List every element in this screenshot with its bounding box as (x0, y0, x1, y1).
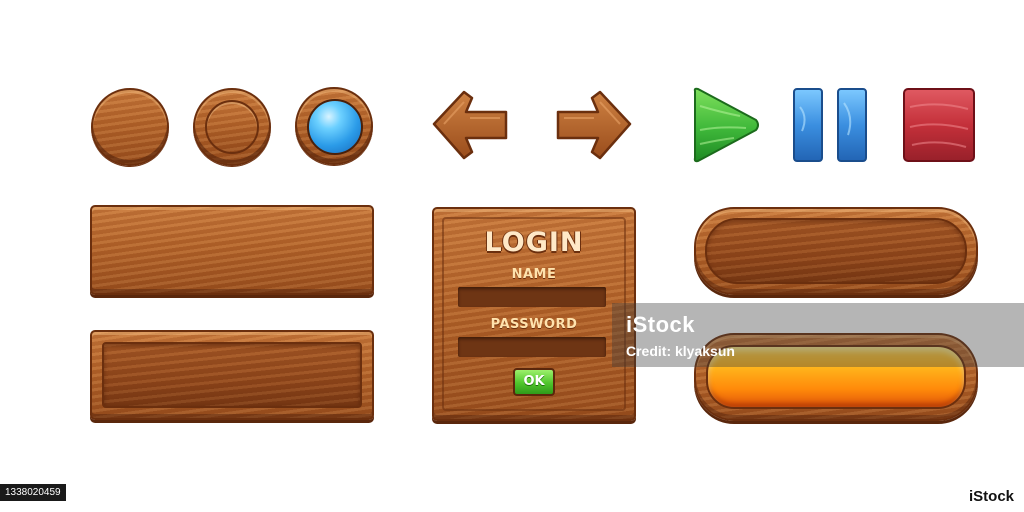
stop-icon (903, 88, 975, 162)
arrow-left-button[interactable] (430, 86, 510, 166)
play-button[interactable] (690, 86, 762, 164)
pause-icon (793, 88, 867, 162)
watermark-credit: Credit: klyaksun (626, 343, 735, 359)
ok-button[interactable]: OK (513, 368, 555, 396)
arrow-left-icon (432, 90, 508, 160)
round-ring-button[interactable] (193, 88, 271, 166)
name-field[interactable] (458, 287, 606, 307)
watermark-logo: iStock (626, 312, 696, 337)
pause-button[interactable] (792, 87, 872, 163)
name-label: NAME (511, 267, 557, 282)
brand-logo: iStock (968, 488, 1014, 505)
stock-id-badge: 1338020459 (0, 484, 66, 501)
pill-inner-frame (705, 218, 967, 284)
arrow-right-icon (556, 90, 632, 160)
wood-plank-button[interactable] (90, 205, 374, 295)
wood-pill-button[interactable] (694, 207, 978, 295)
round-wood-button[interactable] (91, 88, 169, 166)
blue-gem-icon (307, 99, 363, 155)
password-field[interactable] (458, 337, 606, 357)
stop-button[interactable] (902, 87, 976, 163)
password-label: PASSWORD (490, 317, 578, 332)
arrow-right-button[interactable] (554, 86, 634, 166)
login-title: LOGIN (484, 227, 584, 258)
wood-framed-plank-button[interactable] (90, 330, 374, 420)
login-panel: LOGIN NAME PASSWORD OK (432, 207, 636, 421)
play-icon (693, 87, 759, 163)
wood-ring-icon (205, 100, 259, 154)
round-gem-button[interactable] (295, 87, 373, 165)
plank-inner-frame (102, 342, 362, 408)
